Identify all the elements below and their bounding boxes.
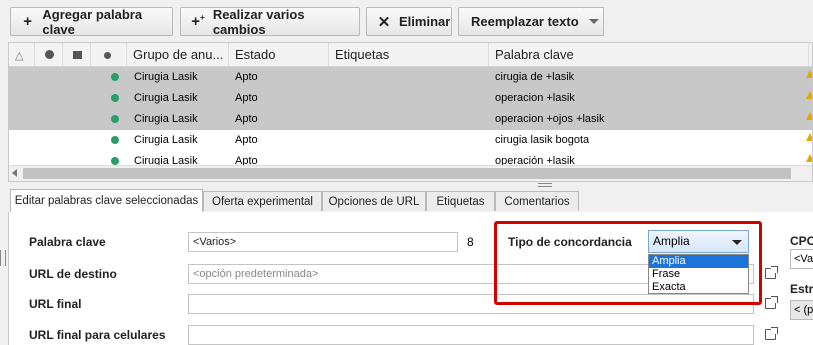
warning-icon [806, 154, 812, 162]
tab-experimental-bid[interactable]: Oferta experimental [203, 191, 322, 211]
option-exact[interactable]: Exacta [649, 281, 748, 294]
row-status: Apto [235, 113, 258, 125]
table-row[interactable]: Cirugia Lasik Apto operacion +lasik [9, 88, 812, 109]
status-dot-icon [111, 73, 119, 81]
warning-icon [806, 133, 812, 141]
option-phrase[interactable]: Frase [649, 268, 748, 281]
mobile-final-url-label: URL final para celulares [29, 328, 166, 342]
chevron-down-icon [732, 240, 742, 245]
cpc-input[interactable]: <Va [790, 249, 813, 269]
warning-icon [806, 91, 812, 99]
row-ad-group: Cirugia Lasik [134, 71, 198, 83]
add-keyword-button[interactable]: + Agregar palabra clave [10, 7, 173, 37]
plus-icon: + [23, 13, 33, 30]
table-row[interactable]: Cirugia Lasik Apto operacion +ojos +lasi… [9, 109, 812, 130]
row-keyword: cirugia lasik bogota [495, 134, 590, 146]
row-ad-group: Cirugia Lasik [134, 113, 198, 125]
external-link-icon[interactable] [765, 266, 778, 279]
table-row[interactable]: Cirugia Lasik Apto cirugia lasik bogota [9, 130, 812, 151]
close-icon: ✕ [377, 13, 391, 31]
external-link-icon[interactable] [765, 327, 778, 340]
mobile-final-url-input[interactable] [188, 325, 754, 345]
plus-multiple-icon: ++ [191, 13, 205, 30]
replace-text-button[interactable]: Reemplazar texto [458, 7, 585, 36]
row-status: Apto [235, 134, 258, 146]
row-keyword: cirugia de +lasik [495, 71, 575, 83]
row-ad-group: Cirugia Lasik [134, 134, 198, 146]
keyword-label: Palabra clave [29, 235, 106, 249]
left-resize-handle[interactable] [0, 250, 6, 266]
cpc-label: CPC [790, 234, 813, 248]
match-type-selected-value: Amplia [653, 234, 690, 248]
match-type-options: Amplia Frase Exacta [648, 254, 749, 294]
dest-url-label: URL de destino [29, 267, 117, 281]
info-icon [45, 50, 54, 59]
header-status[interactable]: Estado [229, 43, 329, 66]
keyword-count: 8 [467, 235, 474, 249]
replace-text-dropdown[interactable] [584, 7, 604, 36]
row-keyword: operacion +lasik [495, 92, 575, 104]
row-keyword: operacion +ojos +lasik [495, 113, 605, 125]
external-link-icon[interactable] [765, 296, 778, 309]
delete-button[interactable]: ✕ Eliminar [366, 7, 452, 36]
tab-labels[interactable]: Etiquetas [426, 191, 495, 211]
warning-outline-icon: △ [15, 50, 24, 62]
status-dot-icon [111, 157, 119, 165]
option-broad[interactable]: Amplia [649, 255, 748, 268]
table-header: △ Grupo de anu... Estado Etiquetas Palab… [9, 43, 812, 67]
edit-tabs: Editar palabras clave seleccionadas Ofer… [8, 189, 813, 213]
scrollbar-thumb[interactable] [23, 168, 791, 179]
row-status: Apto [235, 71, 258, 83]
chevron-down-icon [588, 19, 599, 24]
warning-icon [806, 70, 812, 78]
strategy-label: Estra [790, 282, 813, 296]
keyword-input[interactable]: <Varios> [188, 232, 458, 252]
status-dot-icon [111, 115, 119, 123]
header-ad-group[interactable]: Grupo de anu... [127, 43, 229, 66]
status-dot-icon [111, 136, 119, 144]
keywords-table: △ Grupo de anu... Estado Etiquetas Palab… [8, 42, 813, 182]
status-dot-icon [111, 94, 119, 102]
warning-icon [806, 112, 812, 120]
final-url-label: URL final [29, 297, 82, 311]
header-info-col[interactable] [35, 43, 63, 66]
header-labels[interactable]: Etiquetas [329, 43, 489, 66]
match-type-select[interactable]: Amplia [648, 230, 749, 253]
match-type-label: Tipo de concordancia [508, 235, 632, 249]
row-ad-group: Cirugia Lasik [134, 92, 198, 104]
horizontal-scrollbar[interactable] [9, 165, 812, 181]
tab-edit-selected-keywords[interactable]: Editar palabras clave seleccionadas [10, 189, 203, 213]
panel-splitter-handle[interactable] [538, 183, 552, 187]
table-row[interactable]: Cirugia Lasik Apto cirugia de +lasik [9, 67, 812, 88]
multiple-changes-button[interactable]: ++ Realizar varios cambios [180, 7, 360, 37]
header-comment-col[interactable] [63, 43, 91, 66]
strategy-select[interactable]: < (p [790, 300, 813, 320]
status-dot-icon [104, 52, 111, 59]
header-status-col[interactable] [91, 43, 127, 66]
row-status: Apto [235, 92, 258, 104]
tab-url-options[interactable]: Opciones de URL [322, 191, 426, 211]
scroll-left-icon[interactable] [12, 169, 17, 177]
toolbar: + Agregar palabra clave ++ Realizar vari… [0, 0, 813, 42]
header-warning-col[interactable]: △ [9, 43, 35, 66]
tab-comments[interactable]: Comentarios [495, 191, 579, 211]
comment-icon [73, 51, 82, 59]
header-keyword[interactable]: Palabra clave [489, 43, 809, 66]
